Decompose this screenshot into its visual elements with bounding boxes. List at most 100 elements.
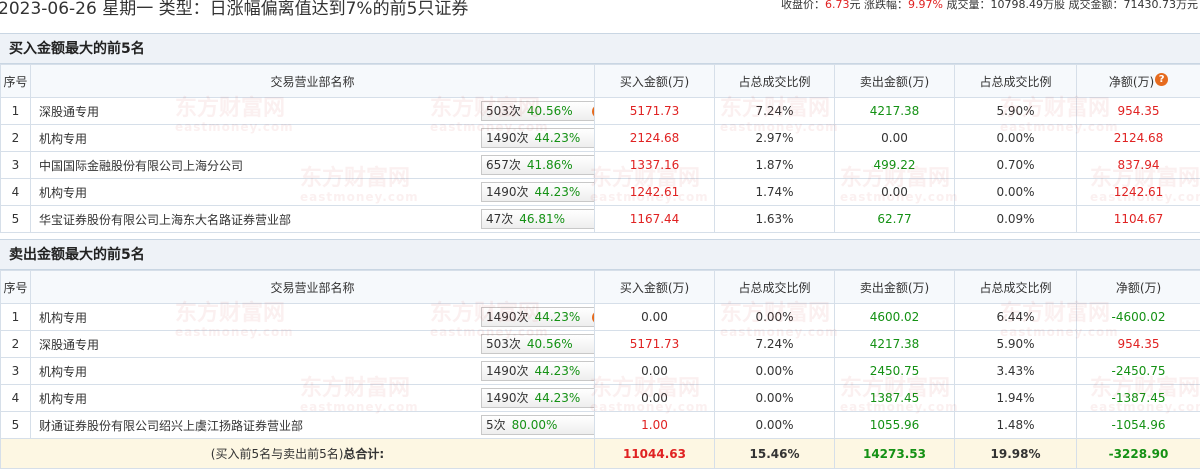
total-sell-ratio: 19.98% (954, 438, 1077, 469)
branch-name-cell: 财通证券股份有限公司绍兴上虞江扬路证券营业部 5次 80.00% (30, 411, 595, 439)
buy-ratio: 0.00% (714, 384, 835, 412)
branch-stats-button[interactable]: 657次 41.86% (481, 155, 594, 175)
branch-name-cell: 华宝证券股份有限公司上海东大名路证券营业部 47次 46.81% (30, 205, 595, 233)
buy-ratio: 0.00% (714, 411, 835, 439)
branch-name-cell: 机构专用 1490次 44.23%? (30, 303, 595, 331)
success-rate: 44.23% (534, 391, 581, 405)
branch-name-link[interactable]: 华宝证券股份有限公司上海东大名路证券营业部 (39, 211, 291, 228)
row-no: 1 (0, 97, 31, 125)
sell-amount: 0.00 (834, 124, 955, 152)
change-value: 9.97% (908, 0, 943, 11)
branch-name-link[interactable]: 深股通专用 (39, 103, 99, 120)
times-count: 47次 (486, 212, 514, 226)
times-count: 503次 (486, 337, 521, 351)
col-buy-amount-header: 买入金额(万) (594, 64, 715, 98)
buy-amount: 1.00 (594, 411, 715, 439)
buy-amount: 5171.73 (594, 97, 715, 125)
times-count: 657次 (486, 158, 521, 172)
branch-name-link[interactable]: 机构专用 (39, 390, 87, 407)
branch-name-cell: 机构专用 1490次 44.23% (30, 178, 595, 206)
branch-name-link[interactable]: 财通证券股份有限公司绍兴上虞江扬路证券营业部 (39, 417, 303, 434)
summary-bar: 2023-06-26 星期一 类型：日涨幅偏离值达到7%的前5只证券 收盘价：6… (0, 0, 1200, 22)
col-no-header: 序号 (0, 270, 31, 304)
total-buy-ratio: 15.46% (714, 438, 835, 469)
buy-amount: 0.00 (594, 357, 715, 385)
branch-name-link[interactable]: 机构专用 (39, 309, 87, 326)
sell-table: 序号 交易营业部名称 买入金额(万) 占总成交比例 卖出金额(万) 占总成交比例 净额(万)… (0, 270, 1200, 469)
question-circle-icon[interactable]: ? (1155, 72, 1169, 86)
buy-ratio: 7.24% (714, 97, 835, 125)
buy-amount: 1167.44 (594, 205, 715, 233)
sell-amount: 62.77 (834, 205, 955, 233)
sell-amount: 499.22 (834, 151, 955, 179)
total-row: (买入前5名与卖出前5名)总合计: 11044.63 15.46% 14273.… (0, 438, 1200, 469)
buy-ratio: 1.63% (714, 205, 835, 233)
success-rate: 40.56% (526, 104, 573, 118)
net-amount: 837.94 (1076, 151, 1200, 179)
sell-ratio: 1.94% (954, 384, 1077, 412)
net-amount: 2124.68 (1076, 124, 1200, 152)
times-count: 1490次 (486, 364, 529, 378)
branch-stats-button[interactable]: 1490次 44.23% (481, 128, 594, 148)
success-rate: 40.56% (526, 337, 573, 351)
col-net-amount-header: 净额(万)? (1076, 64, 1200, 98)
sell-ratio: 1.48% (954, 411, 1077, 439)
net-amount: -4600.02 (1076, 303, 1200, 331)
buy-ratio: 0.00% (714, 357, 835, 385)
branch-name-link[interactable]: 中国国际金融股份有限公司上海分公司 (39, 157, 243, 174)
success-rate: 44.23% (534, 131, 581, 145)
net-amount: -2450.75 (1076, 357, 1200, 385)
sell-amount: 2450.75 (834, 357, 955, 385)
total-net: -3228.90 (1076, 438, 1200, 469)
close-value: 6.73 (825, 0, 850, 11)
sell-ratio: 3.43% (954, 357, 1077, 385)
row-no: 5 (0, 411, 31, 439)
branch-stats-button[interactable]: 1490次 44.23% (481, 361, 594, 381)
buy-top5-section: 买入金额最大的前5名 序号 交易营业部名称 买入金额(万) 占总成交比例 卖出金额(万)… (0, 33, 1200, 233)
col-sell-ratio-header: 占总成交比例 (954, 270, 1077, 304)
times-count: 1490次 (486, 310, 529, 324)
question-circle-icon[interactable]: ? (592, 105, 594, 118)
amount-value: 71430.73万元 (1123, 0, 1199, 11)
branch-stats-button[interactable]: 47次 46.81% (481, 209, 594, 229)
table-row: 4 机构专用 1490次 44.23% 0.00 0.00% 1387.45 1.94% -13… (0, 384, 1200, 412)
col-sell-amount-header: 卖出金额(万) (834, 64, 955, 98)
branch-stats-button[interactable]: 1490次 44.23% (481, 388, 594, 408)
sell-ratio: 5.90% (954, 330, 1077, 358)
change-label: 涨跌幅： (864, 0, 909, 11)
times-count: 503次 (486, 104, 521, 118)
buy-amount: 5171.73 (594, 330, 715, 358)
table-row: 3 中国国际金融股份有限公司上海分公司 657次 41.86% 1337.16 1.87%… (0, 151, 1200, 179)
row-no: 1 (0, 303, 31, 331)
buy-amount: 0.00 (594, 303, 715, 331)
amount-label: 成交金额： (1068, 0, 1124, 11)
branch-stats-button[interactable]: 1490次 44.23%? (481, 307, 594, 327)
net-amount: -1387.45 (1076, 384, 1200, 412)
row-no: 3 (0, 357, 31, 385)
success-rate: 46.81% (519, 212, 566, 226)
net-amount: 1242.61 (1076, 178, 1200, 206)
total-buy: 11044.63 (594, 438, 715, 469)
branch-name-link[interactable]: 深股通专用 (39, 336, 99, 353)
branch-name-cell: 机构专用 1490次 44.23% (30, 357, 595, 385)
buy-ratio: 1.87% (714, 151, 835, 179)
col-buy-amount-header: 买入金额(万) (594, 270, 715, 304)
branch-stats-button[interactable]: 503次 40.56%? (481, 101, 594, 121)
sell-ratio: 0.00% (954, 178, 1077, 206)
branch-name-link[interactable]: 机构专用 (39, 184, 87, 201)
branch-name-link[interactable]: 机构专用 (39, 363, 87, 380)
row-no: 3 (0, 151, 31, 179)
branch-stats-button[interactable]: 503次 40.56% (481, 334, 594, 354)
table-header-row: 序号 交易营业部名称 买入金额(万) 占总成交比例 卖出金额(万) 占总成交比例 净额(万)… (0, 64, 1200, 98)
branch-name-link[interactable]: 机构专用 (39, 130, 87, 147)
sell-ratio: 0.09% (954, 205, 1077, 233)
sell-amount: 4600.02 (834, 303, 955, 331)
branch-name-cell: 机构专用 1490次 44.23% (30, 124, 595, 152)
branch-stats-button[interactable]: 1490次 44.23% (481, 182, 594, 202)
buy-ratio: 1.74% (714, 178, 835, 206)
table-row: 2 机构专用 1490次 44.23% 2124.68 2.97% 0.00 0.00% 212… (0, 124, 1200, 152)
buy-section-title: 买入金额最大的前5名 (0, 33, 1200, 64)
branch-stats-button[interactable]: 5次 80.00% (481, 415, 594, 435)
times-count: 1490次 (486, 185, 529, 199)
question-circle-icon[interactable]: ? (592, 311, 594, 324)
